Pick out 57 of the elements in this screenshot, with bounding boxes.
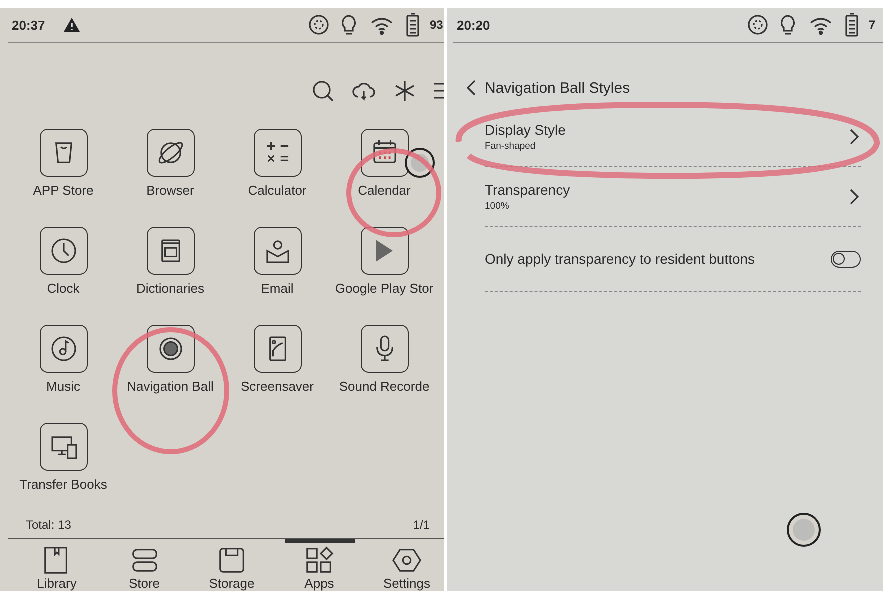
app-label: Google Play Stor [335, 281, 434, 296]
app-label: Clock [47, 281, 80, 296]
light-bulb-icon [340, 14, 358, 36]
warning-icon [63, 17, 82, 33]
app-icon-button[interactable] [146, 129, 194, 177]
search-icon [312, 80, 334, 102]
light-bulb-icon [779, 14, 797, 36]
back-button[interactable] [465, 79, 477, 97]
app-icon-button[interactable] [40, 227, 88, 275]
app-label: Navigation Ball [127, 379, 214, 394]
battery-percent: 7 [869, 18, 877, 32]
app-label: Browser [146, 183, 194, 198]
back-chevron-icon [465, 79, 477, 97]
app-label: Email [261, 281, 294, 296]
nav-tab[interactable]: Library [22, 539, 92, 591]
settings-row[interactable]: Display Style Fan-shaped [485, 107, 861, 167]
play-triangle-icon [376, 240, 393, 262]
toggle-switch[interactable] [831, 250, 861, 268]
total-count: Total: 13 [26, 518, 72, 532]
battery-icon [845, 13, 859, 37]
app-label: Calculator [248, 183, 307, 198]
app-icon-button[interactable] [146, 325, 194, 373]
chevron-right-icon [849, 188, 861, 206]
battery-icon [406, 13, 420, 37]
app-icon-button[interactable] [360, 227, 408, 275]
app-label: Dictionaries [136, 281, 204, 296]
nav-tab[interactable]: Storage [197, 539, 267, 591]
app-icon-button[interactable] [40, 423, 88, 471]
app-icon-button[interactable] [254, 325, 302, 373]
app-label: APP Store [33, 183, 94, 198]
menu-icon [434, 81, 444, 101]
setting-label: Only apply transparency to resident buttons [485, 251, 756, 267]
status-time: 20:37 [12, 18, 46, 32]
app-icon-button[interactable] [360, 325, 408, 373]
app-icon-button[interactable] [254, 129, 302, 177]
nav-tab[interactable]: Apps [284, 539, 354, 591]
app-label: Sound Recorde [339, 379, 430, 394]
app-label: Calendar [358, 183, 411, 198]
app-icon-button[interactable] [146, 227, 194, 275]
app-label: Music [46, 379, 80, 394]
app-icon-button[interactable] [40, 325, 88, 373]
nav-tab[interactable]: Settings [372, 539, 442, 591]
page-indicator: 1/1 [413, 518, 430, 532]
app-label: Screensaver [241, 379, 314, 394]
battery-percent: 93 [430, 18, 444, 32]
floating-ball[interactable] [787, 513, 821, 547]
sync-icon [747, 14, 769, 36]
settings-row[interactable]: Transparency 100% [485, 167, 861, 227]
sync-icon [308, 14, 330, 36]
nav-tab[interactable]: Store [110, 539, 180, 591]
app-icon-button[interactable] [254, 227, 302, 275]
cloud-download-icon [352, 81, 376, 101]
page-title: Navigation Ball Styles [485, 80, 630, 96]
status-time: 20:20 [457, 18, 490, 32]
app-icon-button[interactable] [40, 129, 88, 177]
chevron-right-icon [849, 128, 861, 146]
app-label: Transfer Books [20, 477, 108, 492]
